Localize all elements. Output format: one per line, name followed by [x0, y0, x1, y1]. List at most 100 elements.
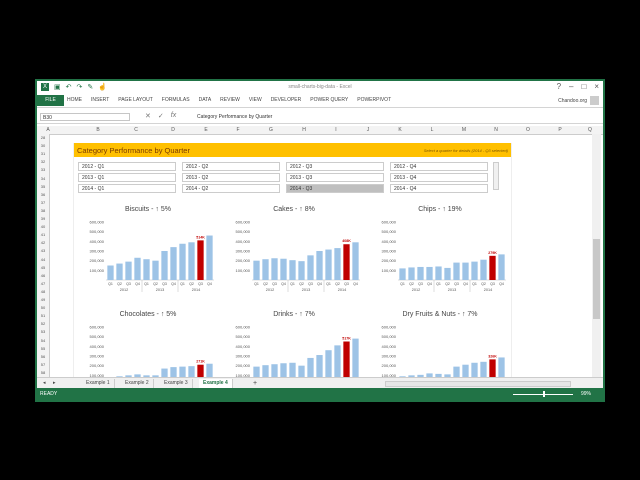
ribbon-tab[interactable]: DATA [199, 95, 212, 106]
slicer-item[interactable]: 2013 - Q2 [182, 173, 280, 182]
bar [462, 262, 469, 280]
vertical-scrollbar[interactable] [592, 134, 601, 377]
column-header[interactable]: J [363, 126, 373, 134]
column-header[interactable]: P [555, 126, 565, 134]
help-button[interactable]: ? [557, 82, 561, 91]
slicer-item[interactable]: 2012 - Q1 [78, 162, 176, 171]
scroll-thumb[interactable] [593, 239, 600, 319]
user-account[interactable]: Chandoo.org [558, 96, 599, 105]
category-chart[interactable]: Cakes - ↑ 8% 600,000 500,000 400,000 300,000… [224, 206, 364, 304]
column-header[interactable]: Q [585, 126, 595, 134]
add-sheet-button[interactable]: + [249, 379, 262, 388]
row-header[interactable]: 42 [37, 240, 49, 245]
column-header[interactable]: C [131, 126, 141, 134]
ribbon-tab[interactable]: REVIEW [220, 95, 240, 106]
ribbon-tab[interactable]: DEVELOPER [271, 95, 302, 106]
row-header[interactable]: 38 [37, 208, 49, 213]
zoom-level[interactable]: 99% [581, 391, 591, 397]
column-header[interactable]: D [168, 126, 178, 134]
column-header[interactable]: F [233, 126, 243, 134]
row-header[interactable]: 45 [37, 265, 49, 270]
row-header[interactable]: 33 [37, 167, 49, 172]
horizontal-scrollbar[interactable] [385, 381, 571, 387]
category-chart[interactable]: Chips - ↑ 19% 600,000 500,000 400,000 300,00… [370, 206, 510, 304]
row-header[interactable]: 40 [37, 224, 49, 229]
slicer-item[interactable]: 2012 - Q4 [390, 162, 488, 171]
worksheet-grid[interactable]: Category Performance by Quarter Select a… [50, 134, 590, 377]
name-box[interactable]: B30 [40, 113, 130, 121]
row-header[interactable]: 53 [37, 329, 49, 334]
row-header[interactable]: 31 [37, 151, 49, 156]
slicer-item[interactable]: 2013 - Q3 [286, 173, 384, 182]
column-header[interactable]: L [427, 126, 437, 134]
ribbon-tab[interactable]: POWER QUERY [310, 95, 348, 106]
cancel-icon[interactable]: ✕ [145, 112, 151, 120]
insert-function-button[interactable]: fx [171, 112, 176, 120]
row-header[interactable]: 50 [37, 305, 49, 310]
column-header[interactable]: A [43, 126, 53, 134]
row-header[interactable]: 32 [37, 159, 49, 164]
sheet-tab[interactable]: Example 3 [160, 379, 193, 388]
sheet-tab[interactable]: Example 2 [121, 379, 154, 388]
row-header[interactable]: 54 [37, 338, 49, 343]
close-button[interactable]: × [594, 82, 599, 91]
slicer-scrollbar[interactable] [493, 162, 499, 190]
minimize-button[interactable]: – [569, 82, 573, 91]
row-header[interactable]: 48 [37, 289, 49, 294]
row-header[interactable]: 57 [37, 362, 49, 367]
file-tab[interactable]: FILE [37, 95, 64, 106]
row-header[interactable]: 46 [37, 273, 49, 278]
category-chart[interactable]: Chocolates - ↑ 5% 600,000 500,000 400,000 30… [78, 311, 218, 377]
row-header[interactable]: 30 [37, 143, 49, 148]
row-header[interactable]: 51 [37, 313, 49, 318]
row-header[interactable]: 35 [37, 184, 49, 189]
row-header[interactable]: 28 [37, 135, 49, 140]
slicer-item[interactable]: 2013 - Q1 [78, 173, 176, 182]
category-chart[interactable]: Biscuits - ↑ 5% 600,000 500,000 400,000 300,… [78, 206, 218, 304]
ribbon-tab[interactable]: PAGE LAYOUT [118, 95, 153, 106]
row-header[interactable]: 55 [37, 346, 49, 351]
slicer-item[interactable]: 2014 - Q4 [390, 184, 488, 193]
row-header[interactable]: 44 [37, 257, 49, 262]
next-sheet-icon[interactable]: ▸ [49, 379, 60, 388]
row-header[interactable]: 58 [37, 370, 49, 375]
slicer-item[interactable]: 2014 - Q2 [182, 184, 280, 193]
column-header[interactable]: O [523, 126, 533, 134]
row-header[interactable]: 36 [37, 192, 49, 197]
category-chart[interactable]: Drinks - ↑ 7% 600,000 500,000 400,000 300,00… [224, 311, 364, 377]
slicer-item[interactable]: 2012 - Q2 [182, 162, 280, 171]
column-header[interactable]: E [201, 126, 211, 134]
column-header[interactable]: I [331, 126, 341, 134]
row-header[interactable]: 52 [37, 321, 49, 326]
row-header[interactable]: 39 [37, 216, 49, 221]
formula-input[interactable]: Category Performance by Quarter [197, 113, 597, 121]
zoom-slider-knob[interactable] [543, 391, 545, 397]
ribbon-tab[interactable]: VIEW [249, 95, 262, 106]
column-header[interactable]: N [491, 126, 501, 134]
slicer-item[interactable]: 2012 - Q3 [286, 162, 384, 171]
ribbon-tab[interactable]: HOME [67, 95, 82, 106]
prev-sheet-icon[interactable]: ◂ [39, 379, 50, 388]
sheet-tab[interactable]: Example 1 [82, 379, 115, 388]
column-header[interactable]: B [93, 126, 103, 134]
ribbon-tab[interactable]: FORMULAS [162, 95, 190, 106]
slicer-item[interactable]: 2014 - Q3 [286, 184, 384, 193]
slicer-item[interactable]: 2013 - Q4 [390, 173, 488, 182]
ribbon-tab[interactable]: INSERT [91, 95, 109, 106]
category-chart[interactable]: Dry Fruits & Nuts - ↑ 7% 600,000 500,000 40… [370, 311, 510, 377]
slicer-item[interactable]: 2014 - Q1 [78, 184, 176, 193]
row-header[interactable]: 34 [37, 176, 49, 181]
column-header[interactable]: M [459, 126, 469, 134]
row-header[interactable]: 49 [37, 297, 49, 302]
column-header[interactable]: K [395, 126, 405, 134]
column-header[interactable]: G [266, 126, 276, 134]
row-header[interactable]: 41 [37, 232, 49, 237]
maximize-button[interactable]: □ [581, 82, 586, 91]
row-header[interactable]: 56 [37, 354, 49, 359]
ribbon-tab[interactable]: POWERPIVOT [357, 95, 391, 106]
row-header[interactable]: 37 [37, 200, 49, 205]
column-header[interactable]: H [299, 126, 309, 134]
row-header[interactable]: 47 [37, 281, 49, 286]
row-header[interactable]: 43 [37, 248, 49, 253]
enter-icon[interactable]: ✓ [158, 112, 164, 120]
